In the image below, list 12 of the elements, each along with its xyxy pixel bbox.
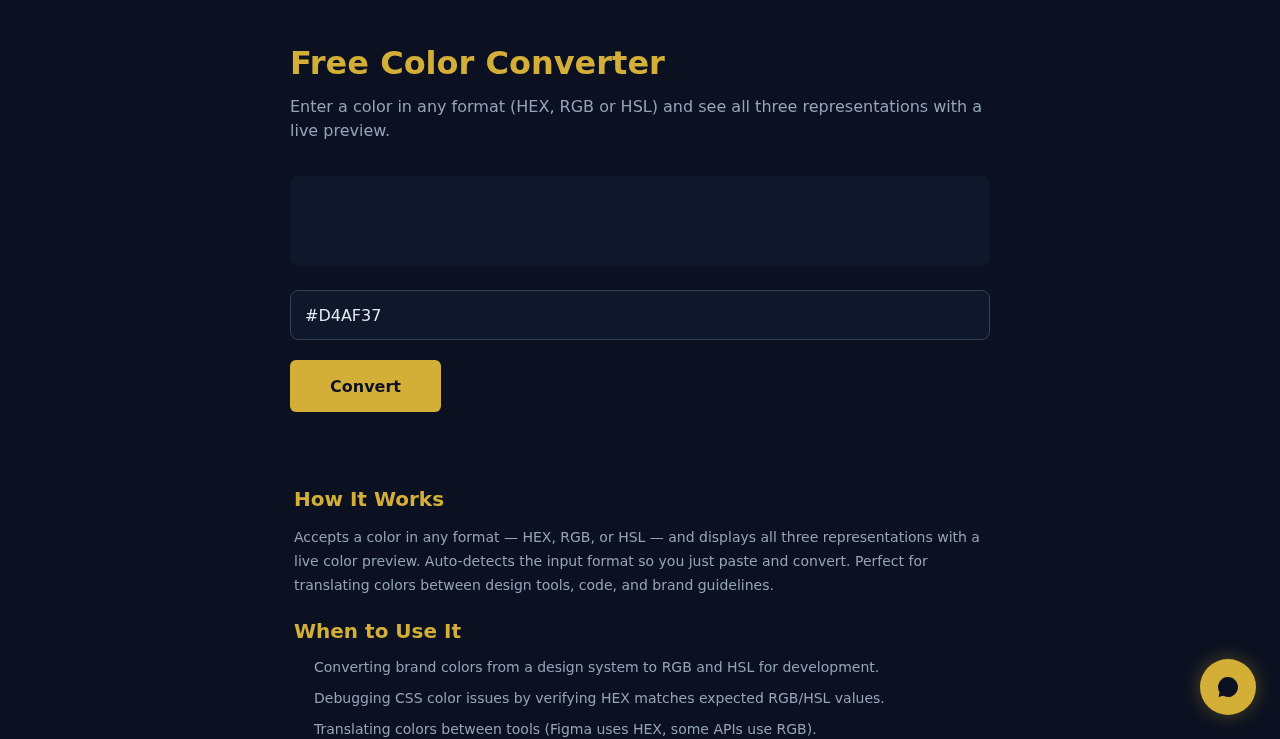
chat-bubble-icon [1217, 676, 1239, 698]
section-heading: When to Use It [294, 618, 462, 645]
list-item: Translating colors between tools (Figma uses HEX, some APIs use RGB). [314, 720, 818, 738]
convert-button[interactable]: Convert [290, 360, 441, 412]
chat-button[interactable] [1200, 659, 1256, 715]
list-item: Debugging CSS color issues by verifying HEX matches expected RGB/HSL values. [314, 689, 886, 707]
color-input-field[interactable]: #D4AF37 [290, 290, 990, 340]
page-title: Free Color Converter [290, 43, 666, 83]
page-subtitle: Enter a color in any format (HEX, RGB or HSL) and see all three representations with a live preview. [290, 96, 984, 142]
section-heading: How It Works [294, 486, 446, 513]
list-item: Converting brand colors from a design system to RGB and HSL for development. [314, 658, 881, 676]
section-text: Accepts a color in any format — HEX, RGB, or HSL — and displays all three representations with a live color preview. Auto-detects the input format so you just paste and convert. Perfect for translating colors between design tools, code, and brand guidelines. [294, 528, 981, 595]
